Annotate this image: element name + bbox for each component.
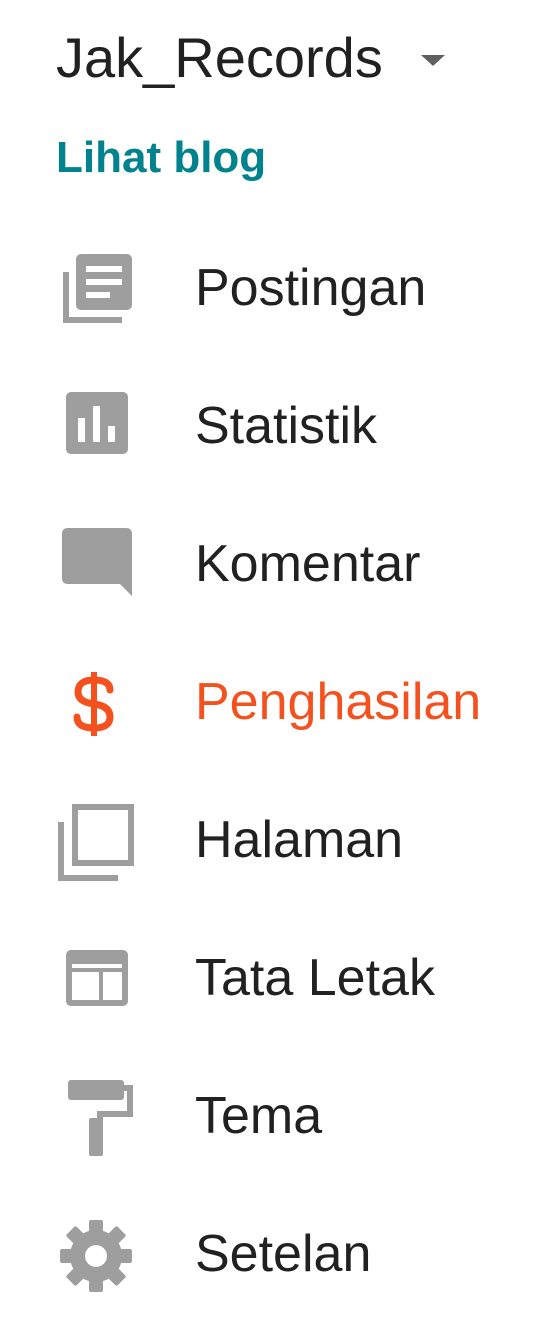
layout-icon [56, 940, 136, 1020]
blog-name: Jak_Records [56, 26, 383, 89]
nav-item-pages[interactable]: Halaman [0, 770, 548, 908]
nav-item-comments[interactable]: Komentar [0, 494, 548, 632]
stats-icon [56, 388, 136, 468]
nav-label-posts: Postingan [195, 259, 427, 317]
paint-roller-icon [56, 1078, 136, 1158]
nav-item-earnings[interactable]: Penghasilan [0, 632, 548, 770]
blog-switcher[interactable]: Jak_Records [56, 22, 445, 94]
posts-icon [56, 250, 136, 330]
nav-item-settings[interactable]: Setelan [0, 1184, 548, 1322]
nav-label-comments: Komentar [195, 535, 421, 593]
nav-item-stats[interactable]: Statistik [0, 356, 548, 494]
nav-item-posts[interactable]: Postingan [0, 218, 548, 356]
nav-label-layout: Tata Letak [195, 949, 435, 1007]
nav-label-earnings: Penghasilan [195, 673, 482, 731]
nav-label-stats: Statistik [195, 397, 378, 455]
nav-label-pages: Halaman [195, 811, 404, 869]
comment-icon [56, 526, 136, 606]
pages-icon [56, 802, 136, 882]
dollar-icon [56, 664, 136, 744]
nav-item-layout[interactable]: Tata Letak [0, 908, 548, 1046]
nav-item-theme[interactable]: Tema [0, 1046, 548, 1184]
nav-label-theme: Tema [195, 1087, 323, 1145]
gear-icon [56, 1216, 136, 1296]
sidebar-nav: Postingan Statistik Komentar Penghasilan… [0, 218, 548, 1322]
nav-label-settings: Setelan [195, 1225, 372, 1283]
view-blog-link[interactable]: Lihat blog [56, 130, 266, 186]
dropdown-arrow-icon[interactable] [420, 54, 445, 66]
